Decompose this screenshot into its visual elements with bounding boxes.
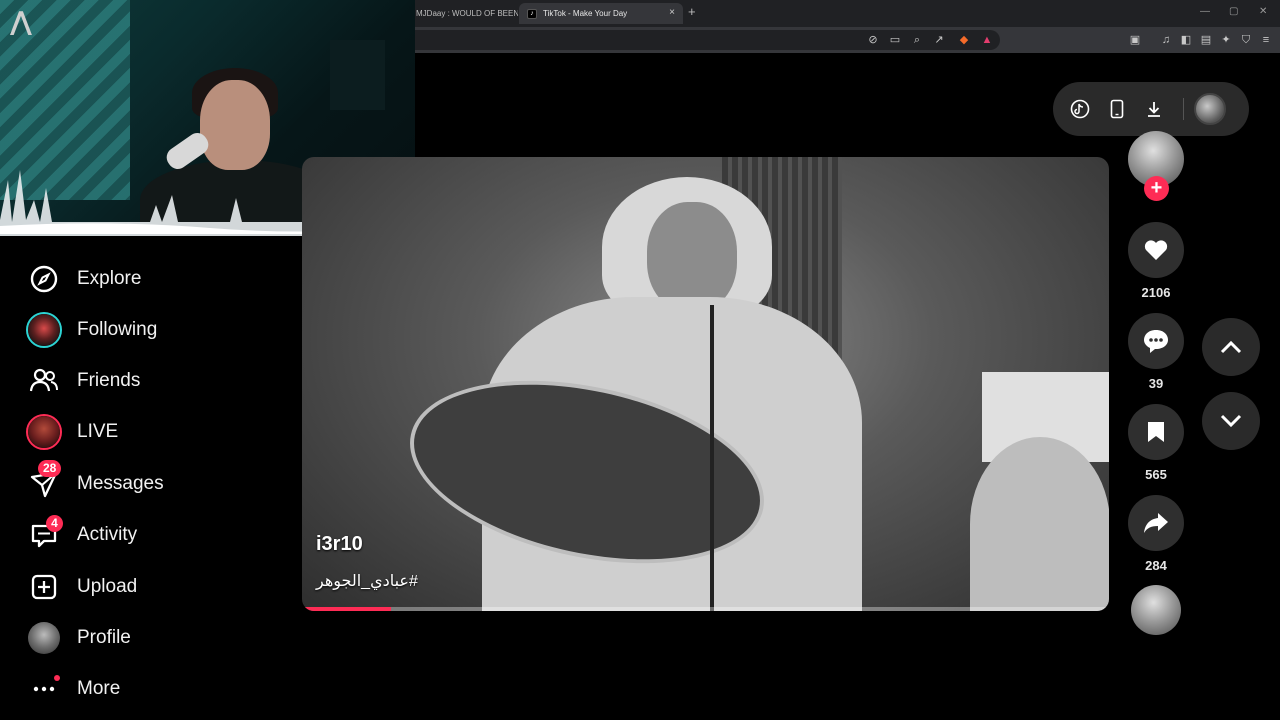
maximize-button[interactable]: ▢ xyxy=(1229,6,1238,17)
video-face xyxy=(647,202,737,312)
upload-icon xyxy=(26,569,62,605)
friends-icon xyxy=(26,363,62,399)
floating-toolbar xyxy=(1053,82,1249,136)
sidebar-item-label: Following xyxy=(77,319,158,340)
activity-badge: 4 xyxy=(46,515,63,532)
previous-video-button[interactable] xyxy=(1202,318,1260,376)
save-button[interactable] xyxy=(1128,404,1184,460)
tiktok-logo-icon[interactable] xyxy=(1068,97,1092,121)
sidebar-item-explore[interactable]: Explore xyxy=(26,259,286,299)
zoom-icon[interactable]: ⌕ xyxy=(910,33,924,47)
profile-avatar xyxy=(26,620,62,656)
new-tab-button[interactable]: + xyxy=(688,4,696,19)
sidebar-item-profile[interactable]: Profile xyxy=(26,618,286,658)
user-avatar[interactable] xyxy=(1194,93,1226,125)
sidebar-toggle-icon[interactable]: ◧ xyxy=(1179,33,1193,47)
live-avatar xyxy=(26,414,62,450)
close-window-button[interactable]: ✕ xyxy=(1259,6,1267,17)
overlay-logo-icon: ⋀ xyxy=(10,6,32,36)
sound-disc-avatar[interactable] xyxy=(1131,585,1181,635)
sidebar-item-messages[interactable]: 28 Messages xyxy=(26,460,286,504)
sidebar-item-label: Messages xyxy=(77,473,164,494)
minimize-button[interactable]: — xyxy=(1200,6,1210,17)
sidebar-item-label: Profile xyxy=(77,627,131,648)
sidebar-item-more[interactable]: More xyxy=(26,669,286,709)
like-count: 2106 xyxy=(1141,285,1171,300)
download-icon[interactable] xyxy=(1142,97,1166,121)
wallet-icon[interactable]: ▤ xyxy=(1199,33,1213,47)
toolbar-divider xyxy=(1183,98,1184,120)
share-icon[interactable]: ↗ xyxy=(932,33,946,47)
save-count: 565 xyxy=(1145,467,1167,482)
tiktok-favicon-icon: ♪ xyxy=(527,8,537,19)
messages-badge: 28 xyxy=(38,460,62,477)
activity-icon: 4 xyxy=(26,515,63,553)
share-arrow-icon xyxy=(1144,513,1168,533)
sidebar-item-label: Upload xyxy=(77,576,138,597)
sidebar-item-label: Friends xyxy=(77,370,141,391)
more-notification-dot xyxy=(54,675,60,681)
cast-icon[interactable]: ▭ xyxy=(888,33,902,47)
comment-count: 39 xyxy=(1148,376,1164,391)
rewards-triangle-icon[interactable]: ▲ xyxy=(980,33,994,47)
video-author[interactable]: i3r10 xyxy=(316,533,363,556)
menu-icon[interactable]: ≡ xyxy=(1259,33,1273,47)
tab-close-icon[interactable]: × xyxy=(669,7,675,18)
sidebar-item-following[interactable]: Following xyxy=(26,310,286,350)
messages-icon: 28 xyxy=(26,460,62,502)
tab-title: TikTok - Make Your Day xyxy=(543,9,628,18)
browser-tab[interactable]: MJDaay : WOULD OF BEEN xyxy=(408,3,518,24)
sidebar-item-live[interactable]: LIVE xyxy=(26,412,286,452)
follow-button[interactable]: + xyxy=(1144,176,1169,201)
device-icon[interactable] xyxy=(1105,97,1129,121)
video-mic-stand xyxy=(710,305,714,611)
comment-icon xyxy=(1144,330,1168,353)
tiktok-sidebar: Explore Following Friends LIVE 28 Messag… xyxy=(0,236,302,720)
chevron-up-icon xyxy=(1220,340,1242,354)
tab-title: MJDaay : WOULD OF BEEN xyxy=(416,9,518,18)
chevron-down-icon xyxy=(1220,414,1242,428)
compass-icon xyxy=(26,261,62,297)
sidebar-item-label: LIVE xyxy=(77,421,119,442)
leo-ai-icon[interactable]: ✦ xyxy=(1219,33,1233,47)
reader-icon[interactable]: ⊘ xyxy=(866,33,880,47)
share-button[interactable] xyxy=(1128,495,1184,551)
video-second-person xyxy=(970,437,1109,611)
sidebar-item-label: More xyxy=(77,678,121,699)
brave-shield-icon[interactable]: ◆ xyxy=(957,33,971,47)
wall-frame xyxy=(330,40,385,110)
video-player[interactable]: i3r10 #عبادي_الجوهر xyxy=(302,157,1109,611)
video-hashtag[interactable]: #عبادي_الجوهر xyxy=(316,571,418,591)
following-avatar xyxy=(26,312,62,348)
like-button[interactable] xyxy=(1128,222,1184,278)
tab-search-icon[interactable]: ▣ xyxy=(1128,33,1142,47)
share-count: 284 xyxy=(1145,558,1167,573)
sidebar-item-friends[interactable]: Friends xyxy=(26,361,286,401)
next-video-button[interactable] xyxy=(1202,392,1260,450)
sidebar-item-label: Activity xyxy=(77,524,138,545)
video-progress-bar[interactable] xyxy=(302,607,1109,611)
comment-button[interactable] xyxy=(1128,313,1184,369)
media-icon[interactable]: ♫ xyxy=(1159,33,1173,47)
vpn-shield-icon[interactable]: ⛉ xyxy=(1239,33,1253,47)
bookmark-icon xyxy=(1148,422,1164,442)
heart-icon xyxy=(1144,240,1168,260)
more-icon xyxy=(26,671,62,707)
sidebar-item-upload[interactable]: Upload xyxy=(26,567,286,607)
sidebar-item-label: Explore xyxy=(77,268,142,289)
video-progress-fill xyxy=(302,607,391,611)
sidebar-item-activity[interactable]: 4 Activity xyxy=(26,515,286,555)
browser-tab-active[interactable]: ♪ TikTok - Make Your Day × xyxy=(519,3,683,24)
